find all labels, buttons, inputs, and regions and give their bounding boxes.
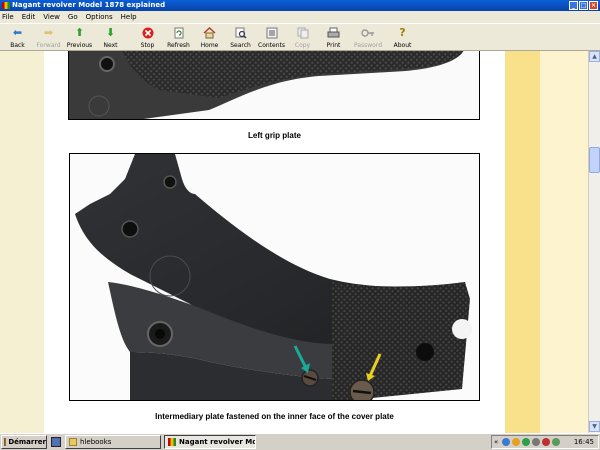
arrow-right-icon: ➡ [43, 26, 54, 39]
intermediary-plate-photo [69, 153, 480, 401]
tray-messenger-icon[interactable] [552, 438, 560, 446]
copy-button[interactable]: Copy [287, 24, 318, 51]
taskbar-item-nagant[interactable]: Nagant revolver Model... [164, 435, 256, 449]
tray-sound-icon[interactable] [532, 438, 540, 446]
home-button[interactable]: Home [194, 24, 225, 51]
arrow-left-icon: ⬅ [12, 26, 23, 39]
right-margin-stripe [505, 51, 540, 433]
taskbar-item-hlebooks[interactable]: hlebooks [65, 435, 161, 449]
vertical-scrollbar[interactable]: ▲ ▼ [588, 51, 600, 433]
about-button[interactable]: ? About [387, 24, 418, 51]
menu-help[interactable]: Help [121, 13, 137, 21]
content-viewport: Left grip plate Intermediary plate faste… [0, 51, 588, 433]
key-icon [361, 26, 375, 40]
copy-icon [296, 26, 310, 40]
print-icon [327, 26, 341, 40]
contents-icon [265, 26, 279, 40]
menu-edit[interactable]: Edit [22, 13, 36, 21]
stop-icon [141, 26, 155, 40]
maximize-button[interactable]: □ [579, 1, 588, 10]
app-icon [168, 438, 176, 446]
system-tray: « 16:45 [491, 435, 599, 449]
window-title: Nagant revolver Model 1878 explained [12, 1, 166, 9]
start-button[interactable]: Démarrer [1, 435, 47, 449]
menu-bar: File Edit View Go Options Help [0, 11, 600, 23]
scroll-down-icon[interactable]: ▼ [589, 421, 600, 432]
tray-shield-icon[interactable] [542, 438, 550, 446]
about-icon: ? [399, 26, 406, 39]
minimize-button[interactable]: _ [569, 1, 578, 10]
app-icon [2, 2, 10, 9]
forward-button[interactable]: ➡ Forward [33, 24, 64, 51]
windows-flag-icon [4, 438, 7, 446]
search-icon [234, 26, 248, 40]
refresh-icon [172, 26, 186, 40]
app-window: Nagant revolver Model 1878 explained _ □… [0, 0, 600, 433]
back-button[interactable]: ⬅ Back [2, 24, 33, 51]
quick-launch-icon[interactable] [51, 437, 61, 447]
home-icon [203, 26, 217, 40]
menu-options[interactable]: Options [86, 13, 113, 21]
caption-intermediary-plate: Intermediary plate fastened on the inner… [155, 412, 394, 421]
tray-arrow-icon[interactable]: « [494, 438, 500, 446]
tray-update-icon[interactable] [512, 438, 520, 446]
tray-antivirus-icon[interactable] [522, 438, 530, 446]
next-button[interactable]: ⬇ Next [95, 24, 126, 51]
menu-file[interactable]: File [2, 13, 14, 21]
previous-button[interactable]: ⬆ Previous [64, 24, 95, 51]
toolbar: ⬅ Back ➡ Forward ⬆ Previous ⬇ Next Stop … [0, 23, 600, 51]
caption-left-grip-plate: Left grip plate [248, 131, 301, 140]
folder-icon [69, 438, 77, 446]
taskbar: Démarrer hlebooks Nagant revolver Model.… [0, 433, 600, 450]
print-button[interactable]: Print [318, 24, 349, 51]
search-button[interactable]: Search [225, 24, 256, 51]
scroll-up-icon[interactable]: ▲ [589, 51, 600, 62]
stop-button[interactable]: Stop [132, 24, 163, 51]
refresh-button[interactable]: Refresh [163, 24, 194, 51]
contents-button[interactable]: Contents [256, 24, 287, 51]
arrow-up-icon: ⬆ [74, 26, 85, 39]
password-button[interactable]: Password [349, 24, 387, 51]
title-bar: Nagant revolver Model 1878 explained _ □… [0, 0, 600, 11]
right-margin-band [540, 51, 588, 433]
scrollbar-thumb[interactable] [589, 147, 600, 173]
menu-view[interactable]: View [43, 13, 60, 21]
arrow-down-icon: ⬇ [105, 26, 116, 39]
clock: 16:45 [573, 438, 594, 446]
left-margin [0, 51, 44, 433]
close-button[interactable]: × [589, 1, 598, 10]
menu-go[interactable]: Go [68, 13, 78, 21]
tray-network-icon[interactable] [502, 438, 510, 446]
grip-plate-photo [68, 51, 480, 120]
